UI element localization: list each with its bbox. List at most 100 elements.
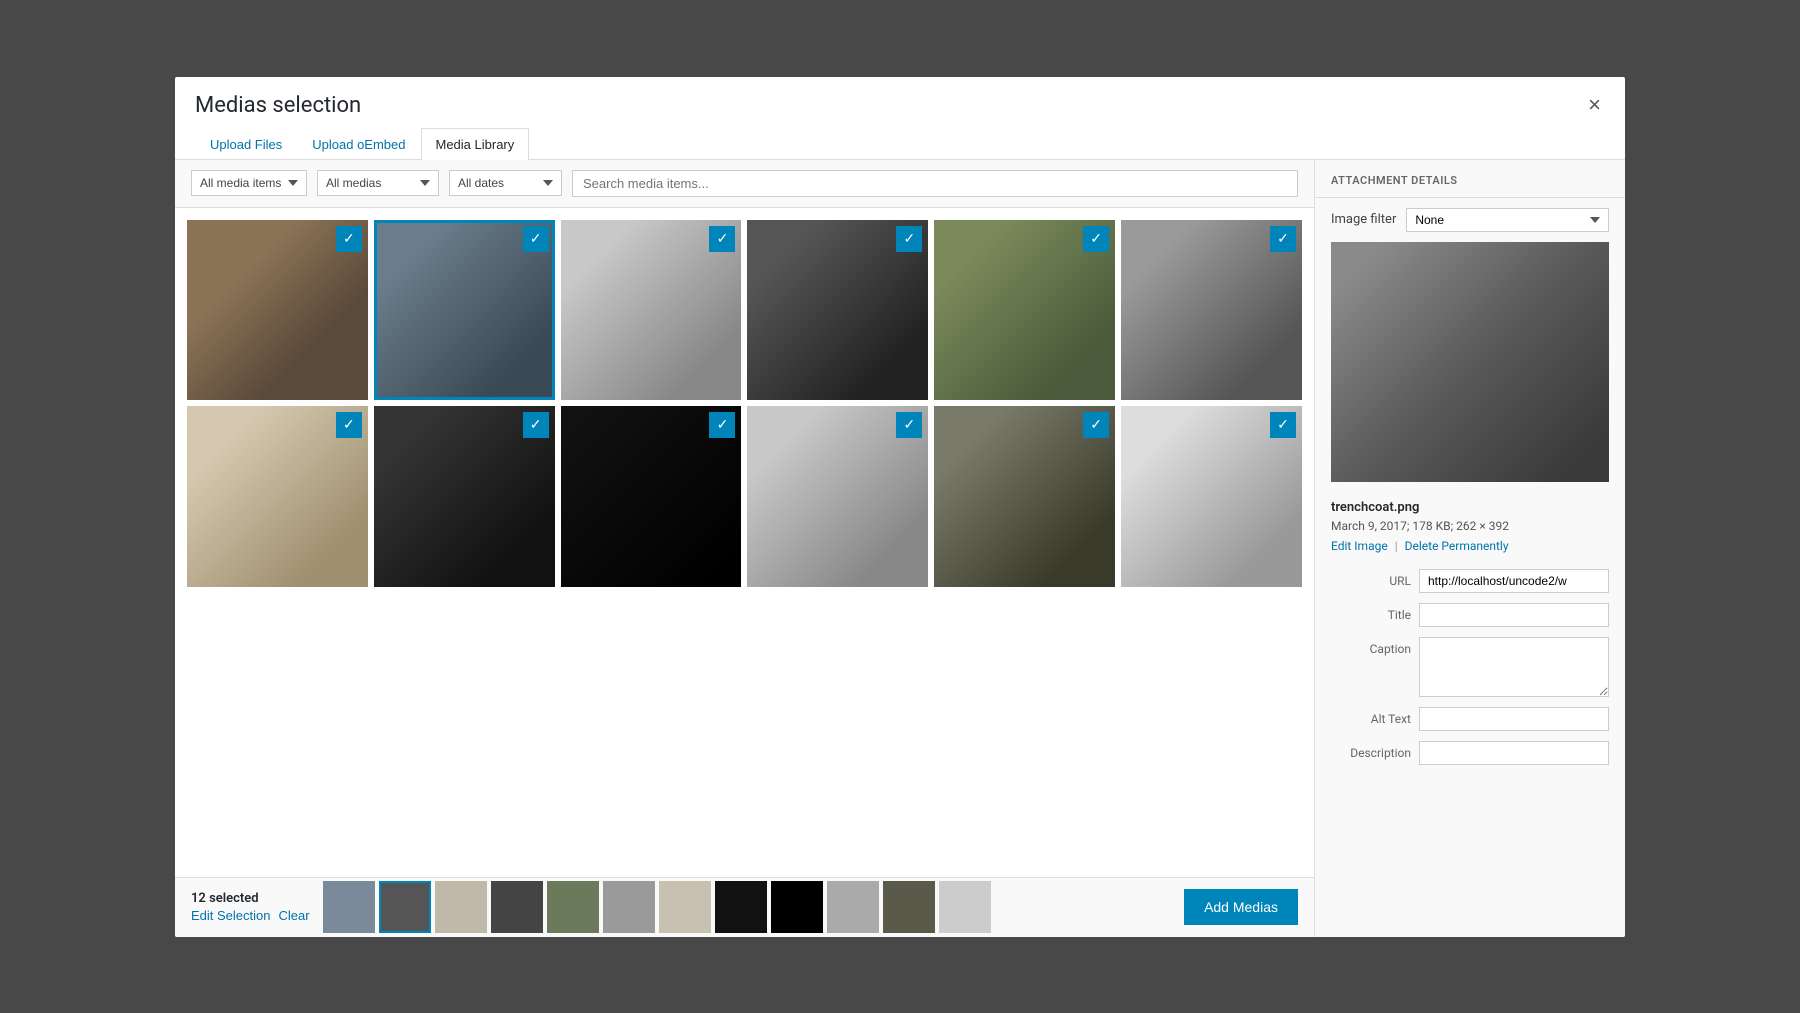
caption-label: Caption [1331, 637, 1411, 656]
image-filter-select[interactable]: None Grayscale Sepia Blur [1406, 208, 1609, 232]
thumb-mini[interactable] [939, 881, 991, 933]
media-main-panel: All media items Images Audio Video All m… [175, 160, 1315, 937]
attachment-links: Edit Image | Delete Permanently [1331, 539, 1609, 553]
thumbnails-strip [323, 881, 1172, 933]
checkmark-icon: ✓ [717, 232, 729, 246]
clear-button[interactable]: Clear [279, 908, 310, 923]
checkmark-icon: ✓ [343, 232, 355, 246]
media-footer: 12 selected Edit Selection Clear [175, 877, 1314, 937]
attachment-meta: March 9, 2017; 178 KB; 262 × 392 [1331, 519, 1609, 533]
modal-overlay[interactable]: Medias selection × Upload Files Upload o… [0, 0, 1800, 1013]
checkmark-icon: ✓ [530, 232, 542, 246]
alt-text-input[interactable] [1419, 707, 1609, 731]
alt-text-label: Alt Text [1331, 707, 1411, 726]
thumb-mini[interactable] [827, 881, 879, 933]
date-filter[interactable]: All dates January 2017 February 2017 Mar… [449, 170, 562, 196]
media-item[interactable]: ✓ [374, 220, 555, 401]
thumb-mini[interactable] [603, 881, 655, 933]
check-overlay: ✓ [709, 412, 735, 438]
modal-title: Medias selection [195, 93, 361, 118]
check-overlay: ✓ [1083, 412, 1109, 438]
caption-textarea[interactable] [1419, 637, 1609, 697]
check-overlay: ✓ [1270, 412, 1296, 438]
thumb-mini[interactable] [435, 881, 487, 933]
checkmark-icon: ✓ [717, 418, 729, 432]
title-input[interactable] [1419, 603, 1609, 627]
media-item[interactable]: ✓ [747, 406, 928, 587]
thumb-mini[interactable] [491, 881, 543, 933]
modal-header: Medias selection × [175, 77, 1625, 118]
tab-upload-files[interactable]: Upload Files [195, 128, 297, 160]
add-medias-button[interactable]: Add Medias [1184, 889, 1298, 925]
edit-selection-button[interactable]: Edit Selection [191, 908, 271, 923]
url-input[interactable] [1419, 569, 1609, 593]
modal-tabs: Upload Files Upload oEmbed Media Library [175, 118, 1625, 160]
filters-bar: All media items Images Audio Video All m… [175, 160, 1314, 208]
attachment-fields: URL Title Caption Alt Text [1315, 561, 1625, 937]
thumb-mini[interactable] [323, 881, 375, 933]
url-label: URL [1331, 569, 1411, 588]
media-item[interactable]: ✓ [1121, 220, 1302, 401]
media-grid: ✓ ✓ ✓ [187, 220, 1302, 588]
alt-text-field-row: Alt Text [1331, 707, 1609, 731]
title-label: Title [1331, 603, 1411, 622]
thumb-mini[interactable] [771, 881, 823, 933]
media-item[interactable]: ✓ [934, 406, 1115, 587]
check-overlay: ✓ [336, 412, 362, 438]
tab-upload-oembed[interactable]: Upload oEmbed [297, 128, 420, 160]
checkmark-icon: ✓ [1090, 232, 1102, 246]
check-overlay: ✓ [709, 226, 735, 252]
media-item[interactable]: ✓ [187, 220, 368, 401]
title-field-row: Title [1331, 603, 1609, 627]
attachment-panel: ATTACHMENT DETAILS Image filter None Gra… [1315, 160, 1625, 937]
checkmark-icon: ✓ [903, 418, 915, 432]
media-type-filter[interactable]: All media items Images Audio Video [191, 170, 307, 196]
attachment-info: trenchcoat.png March 9, 2017; 178 KB; 26… [1315, 492, 1625, 561]
url-field-row: URL [1331, 569, 1609, 593]
media-item[interactable]: ✓ [934, 220, 1115, 401]
media-item[interactable]: ✓ [374, 406, 555, 587]
media-item[interactable]: ✓ [561, 220, 742, 401]
attachment-filename: trenchcoat.png [1331, 500, 1609, 515]
checkmark-icon: ✓ [1277, 232, 1289, 246]
checkmark-icon: ✓ [903, 232, 915, 246]
link-separator: | [1395, 539, 1398, 553]
thumb-mini[interactable] [379, 881, 431, 933]
media-owner-filter[interactable]: All medias Uploaded by me [317, 170, 439, 196]
media-item[interactable]: ✓ [561, 406, 742, 587]
description-field-row: Description [1331, 741, 1609, 765]
delete-permanently-link[interactable]: Delete Permanently [1405, 539, 1509, 553]
check-overlay: ✓ [523, 412, 549, 438]
media-item[interactable]: ✓ [1121, 406, 1302, 587]
check-overlay: ✓ [1083, 226, 1109, 252]
image-filter-row: Image filter None Grayscale Sepia Blur [1315, 198, 1625, 242]
check-overlay: ✓ [896, 226, 922, 252]
media-selection-modal: Medias selection × Upload Files Upload o… [175, 77, 1625, 937]
check-overlay: ✓ [523, 226, 549, 252]
thumb-mini[interactable] [883, 881, 935, 933]
attachment-preview [1315, 242, 1625, 492]
preview-image [1331, 242, 1609, 482]
thumb-mini[interactable] [715, 881, 767, 933]
media-grid-container: ✓ ✓ ✓ [175, 208, 1314, 877]
thumb-mini[interactable] [547, 881, 599, 933]
media-item[interactable]: ✓ [747, 220, 928, 401]
checkmark-icon: ✓ [1277, 418, 1289, 432]
checkmark-icon: ✓ [343, 418, 355, 432]
attachment-details-header: ATTACHMENT DETAILS [1315, 160, 1625, 198]
check-overlay: ✓ [896, 412, 922, 438]
checkmark-icon: ✓ [530, 418, 542, 432]
close-button[interactable]: × [1584, 94, 1605, 116]
check-overlay: ✓ [1270, 226, 1296, 252]
caption-field-row: Caption [1331, 637, 1609, 697]
search-input[interactable] [572, 170, 1298, 197]
media-item[interactable]: ✓ [187, 406, 368, 587]
image-filter-label: Image filter [1331, 212, 1396, 227]
description-label: Description [1331, 741, 1411, 760]
description-input[interactable] [1419, 741, 1609, 765]
thumb-mini[interactable] [659, 881, 711, 933]
checkmark-icon: ✓ [1090, 418, 1102, 432]
check-overlay: ✓ [336, 226, 362, 252]
tab-media-library[interactable]: Media Library [421, 128, 530, 160]
edit-image-link[interactable]: Edit Image [1331, 539, 1388, 553]
